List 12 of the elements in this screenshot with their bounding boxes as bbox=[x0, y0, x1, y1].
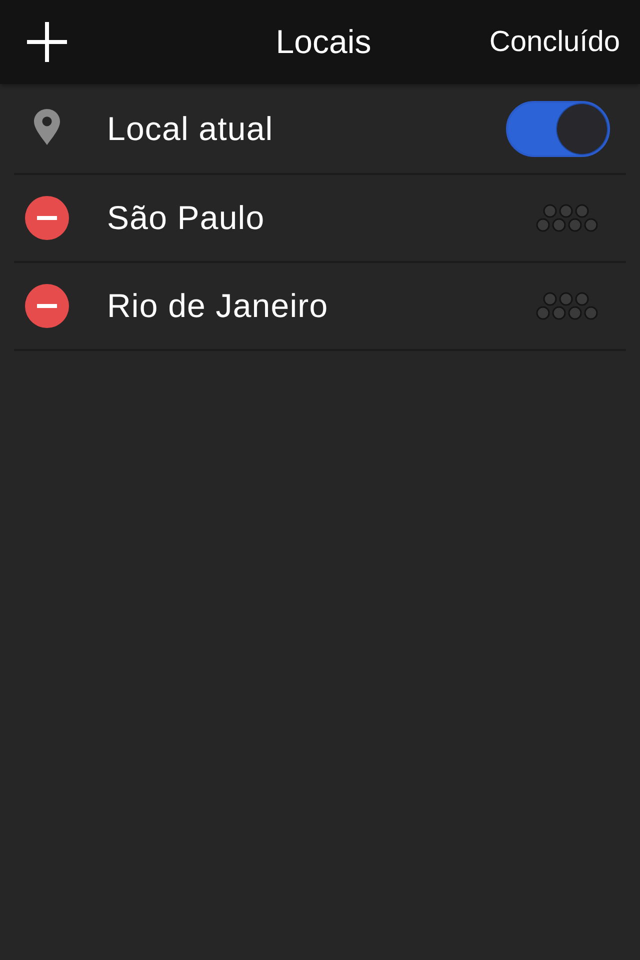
current-location-label: Local atual bbox=[107, 110, 274, 148]
minus-circle-icon[interactable] bbox=[25, 196, 69, 240]
navigation-title: Locais bbox=[276, 23, 372, 61]
done-button[interactable]: Concluído bbox=[489, 26, 620, 58]
add-button[interactable] bbox=[27, 22, 67, 62]
plus-icon bbox=[27, 22, 67, 62]
grip-dots-icon[interactable] bbox=[536, 292, 598, 320]
location-name: Rio de Janeiro bbox=[107, 287, 330, 325]
minus-circle-icon[interactable] bbox=[25, 284, 69, 328]
location-name: São Paulo bbox=[107, 199, 266, 237]
location-pin-icon bbox=[34, 108, 60, 144]
grip-dots-icon[interactable] bbox=[536, 204, 598, 232]
